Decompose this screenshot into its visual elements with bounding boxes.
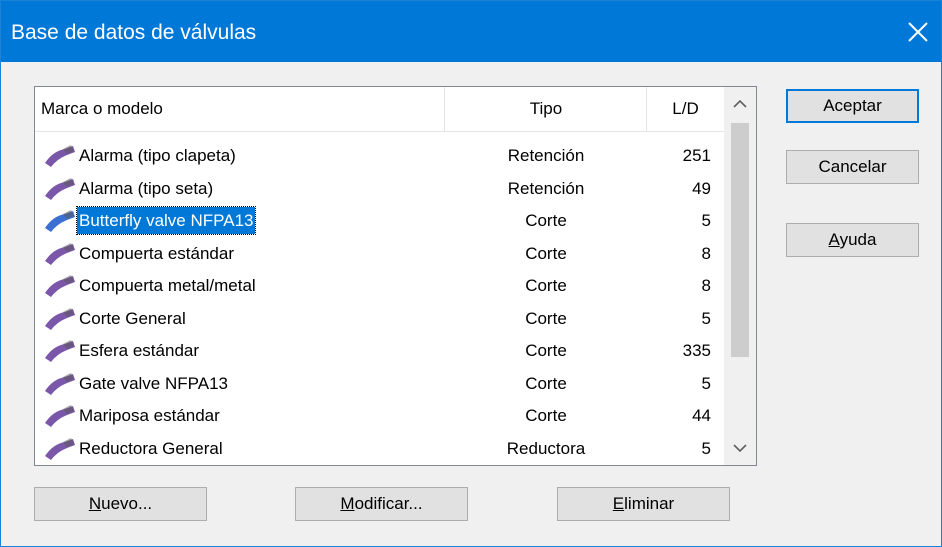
accept-button[interactable]: Aceptar [786, 89, 919, 123]
row-ld: 49 [692, 178, 711, 198]
row-ld: 251 [682, 146, 711, 165]
valve-icon [45, 405, 75, 427]
row-type: Corte [525, 308, 567, 328]
row-type: Retención [507, 178, 585, 198]
table-row[interactable]: Gate valve NFPA13 Corte 5 [35, 368, 724, 399]
cancel-button-label: Cancelar [818, 157, 887, 176]
row-type: Retención [507, 146, 585, 165]
scroll-down-button[interactable] [724, 431, 756, 465]
table-row[interactable]: Alarma (tipo seta) Retención 49 [35, 173, 724, 204]
accept-button-label: Aceptar [823, 96, 882, 115]
row-name: Compuerta metal/metal [79, 276, 256, 295]
row-name: Butterfly valve NFPA13 [75, 206, 257, 235]
modify-button-label: Modificar... [340, 494, 423, 513]
close-button[interactable] [895, 1, 941, 62]
row-name: Esfera estándar [79, 341, 200, 360]
close-icon [908, 21, 928, 42]
table-row[interactable]: Butterfly valve NFPA13 Corte 5 [35, 205, 724, 236]
row-name: Alarma (tipo clapeta) [79, 146, 236, 165]
table-row[interactable]: Corte General Corte 5 [35, 303, 724, 334]
table-row[interactable]: Esfera estándar Corte 335 [35, 335, 724, 366]
row-name: Alarma (tipo seta) [79, 178, 214, 198]
delete-button[interactable]: Eliminar [557, 487, 730, 521]
table-row[interactable]: Compuerta metal/metal Corte 8 [35, 270, 724, 301]
scroll-up-button[interactable] [724, 87, 756, 121]
column-header-type[interactable]: Tipo [446, 87, 647, 131]
row-type: Corte [525, 211, 567, 230]
row-type: Corte [525, 373, 567, 393]
row-name: Gate valve NFPA13 [79, 373, 228, 393]
list-header: Marca o modelo Tipo L/D [35, 87, 725, 132]
valve-icon [45, 275, 75, 297]
valve-list[interactable]: Marca o modelo Tipo L/D Alarma (tipo cla… [34, 86, 757, 466]
row-name: Mariposa estándar [79, 406, 220, 425]
table-row[interactable]: Alarma (tipo clapeta) Retención 251 [35, 140, 724, 171]
valve-icon [45, 340, 75, 362]
valve-icon [45, 437, 75, 460]
row-ld: 8 [701, 276, 711, 295]
new-button-label: Nuevo... [88, 494, 153, 513]
column-header-brand[interactable]: Marca o modelo [35, 87, 445, 131]
row-type: Corte [525, 406, 567, 425]
chevron-up-icon [733, 99, 747, 108]
row-type: Corte [525, 243, 567, 263]
window-title: Base de datos de válvulas [11, 21, 257, 44]
table-row[interactable]: Compuerta estándar Corte 8 [35, 238, 724, 269]
valve-icon [45, 210, 75, 232]
valve-icon [45, 307, 75, 330]
help-button[interactable]: Ayuda [786, 223, 919, 257]
chevron-down-icon [733, 444, 747, 453]
valve-icon [45, 372, 75, 395]
row-name: Corte General [79, 308, 186, 328]
valve-icon [45, 242, 75, 265]
row-type: Corte [525, 276, 567, 295]
scroll-thumb[interactable] [731, 123, 749, 357]
row-ld: 335 [682, 341, 711, 360]
row-ld: 5 [701, 438, 711, 458]
delete-button-label: Eliminar [612, 494, 675, 513]
row-ld: 44 [692, 406, 711, 425]
dialog-window: Base de datos de válvulas Marca o modelo… [0, 0, 942, 547]
modify-button[interactable]: Modificar... [295, 487, 468, 521]
row-type: Reductora [506, 438, 586, 458]
row-name: Reductora General [79, 438, 223, 458]
new-button[interactable]: Nuevo... [34, 487, 207, 521]
row-name: Compuerta estándar [79, 243, 234, 263]
table-row[interactable]: Reductora General Reductora 5 [35, 433, 724, 464]
valve-icon [45, 145, 75, 167]
table-row[interactable]: Mariposa estándar Corte 44 [35, 400, 724, 431]
row-ld: 8 [701, 243, 711, 263]
column-header-ld[interactable]: L/D [647, 87, 725, 131]
cancel-button[interactable]: Cancelar [786, 150, 919, 184]
help-button-label: Ayuda [828, 230, 877, 249]
row-type: Corte [525, 341, 567, 360]
vertical-scrollbar[interactable] [724, 87, 756, 465]
row-ld: 5 [701, 211, 711, 230]
title-bar: Base de datos de válvulas [1, 1, 941, 62]
valve-icon [45, 177, 75, 200]
row-ld: 5 [701, 373, 711, 393]
row-ld: 5 [701, 308, 711, 328]
